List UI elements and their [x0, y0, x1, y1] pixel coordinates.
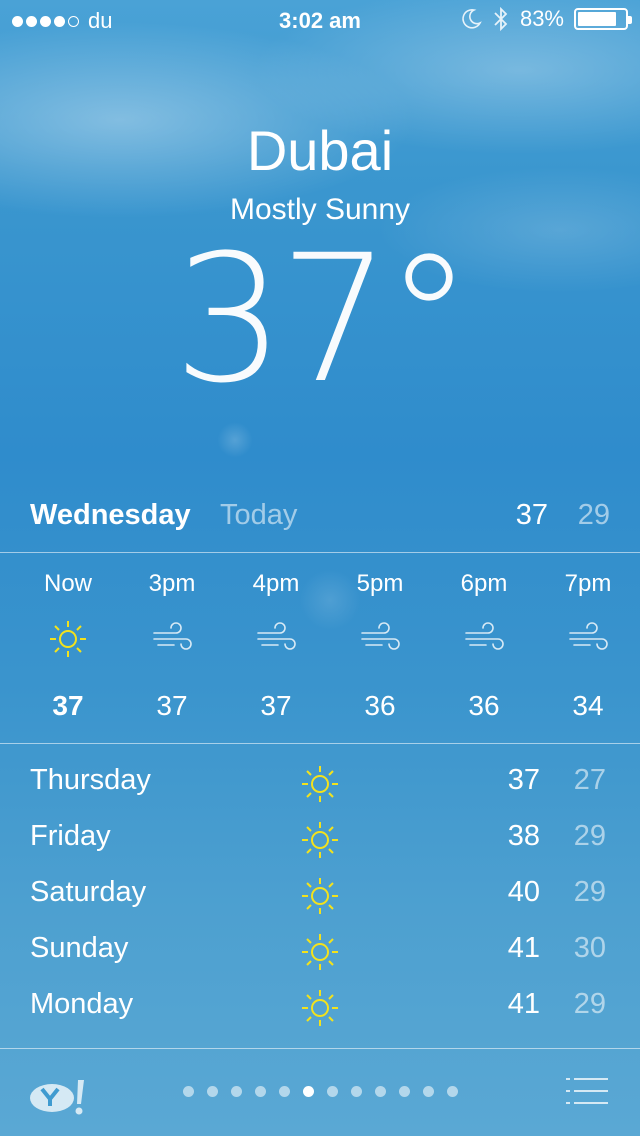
daily-row: Friday 38 29 [30, 816, 610, 872]
hour-label: 3pm [148, 570, 196, 597]
hour-item: 7pm 34 [536, 570, 640, 722]
divider [0, 552, 640, 553]
status-bar: du 3:02 am 83% [0, 0, 640, 40]
sun-icon [302, 878, 338, 914]
current-temperature: 37° [0, 232, 640, 408]
day-high: 38 [507, 820, 540, 852]
hour-label: 7pm [564, 570, 612, 597]
page-indicator[interactable] [0, 1086, 640, 1097]
list-icon[interactable] [564, 1076, 610, 1106]
daily-row: Saturday 40 29 [30, 872, 610, 928]
today-low: 29 [577, 499, 610, 531]
page-dot[interactable] [230, 1086, 242, 1097]
footer-toolbar [0, 1050, 640, 1136]
sun-icon [50, 621, 86, 657]
daily-row: Sunday 41 30 [30, 928, 610, 984]
page-dot[interactable] [182, 1086, 194, 1097]
day-name: Friday [30, 820, 111, 852]
wind-icon [153, 622, 192, 650]
wind-icon [257, 622, 296, 650]
hour-item: 3pm 37 [120, 570, 224, 722]
day-name: Saturday [30, 876, 147, 908]
today-day: Wednesday [30, 499, 191, 531]
day-high: 41 [507, 932, 540, 964]
hour-temperature: 36 [364, 690, 396, 721]
day-high: 41 [507, 988, 540, 1020]
daily-forecast[interactable]: Thursday 37 27 Friday 38 29 Saturday 40 … [30, 760, 610, 1040]
today-summary: Wednesday Today 37 29 [30, 495, 610, 539]
sun-icon [302, 822, 338, 858]
hour-temperature: 34 [572, 690, 604, 721]
hour-item: 4pm 37 [224, 570, 328, 722]
hour-item: 6pm 36 [432, 570, 536, 722]
page-dot[interactable] [446, 1086, 458, 1097]
day-low: 27 [573, 764, 606, 796]
hour-label: 5pm [356, 570, 404, 597]
today-label: Today [220, 499, 298, 531]
day-low: 30 [573, 932, 606, 964]
sun-icon [302, 990, 338, 1026]
page-dot[interactable] [398, 1086, 410, 1097]
hour-temperature: 37 [156, 690, 188, 721]
hour-label: 4pm [252, 570, 300, 597]
day-low: 29 [573, 876, 606, 908]
divider [0, 743, 640, 744]
today-high: 37 [515, 499, 548, 531]
hour-temperature: 36 [468, 690, 500, 721]
daily-row: Thursday 37 27 [30, 760, 610, 816]
wind-icon [465, 622, 504, 650]
hour-temperature: 37 [260, 690, 292, 721]
day-low: 29 [573, 988, 606, 1020]
moon-icon [462, 9, 482, 29]
city-name: Dubai [246, 119, 394, 182]
day-low: 29 [573, 820, 606, 852]
battery-percentage: 83% [519, 6, 564, 31]
hour-item: 5pm 36 [328, 570, 432, 722]
sun-icon [302, 934, 338, 970]
battery-icon [574, 8, 632, 30]
page-dot[interactable] [254, 1086, 266, 1097]
day-name: Thursday [30, 764, 151, 796]
wind-icon [361, 622, 400, 650]
bluetooth-icon [494, 6, 508, 32]
daily-row: Monday 41 29 [30, 984, 610, 1040]
page-dot[interactable] [206, 1086, 218, 1097]
divider [0, 1048, 640, 1049]
sun-icon [302, 766, 338, 802]
day-name: Monday [30, 988, 134, 1020]
page-dot[interactable] [278, 1086, 290, 1097]
page-dot[interactable] [350, 1086, 362, 1097]
hour-temperature: 37 [52, 690, 84, 721]
day-high: 37 [507, 764, 540, 796]
hour-item: Now 37 [16, 570, 120, 722]
page-dot[interactable] [422, 1086, 434, 1097]
hour-label: 6pm [460, 570, 508, 597]
page-dot[interactable] [326, 1086, 338, 1097]
hourly-forecast[interactable]: Now 37 3pm 37 4pm 37 5pm 36 6pm 36 7pm 3… [16, 570, 640, 722]
day-high: 40 [507, 876, 540, 908]
temperature-value: 37° [173, 217, 473, 422]
page-dot[interactable] [302, 1086, 314, 1097]
hour-label: Now [43, 570, 92, 597]
day-name: Sunday [30, 932, 129, 964]
wind-icon [569, 622, 608, 650]
page-dot[interactable] [374, 1086, 386, 1097]
